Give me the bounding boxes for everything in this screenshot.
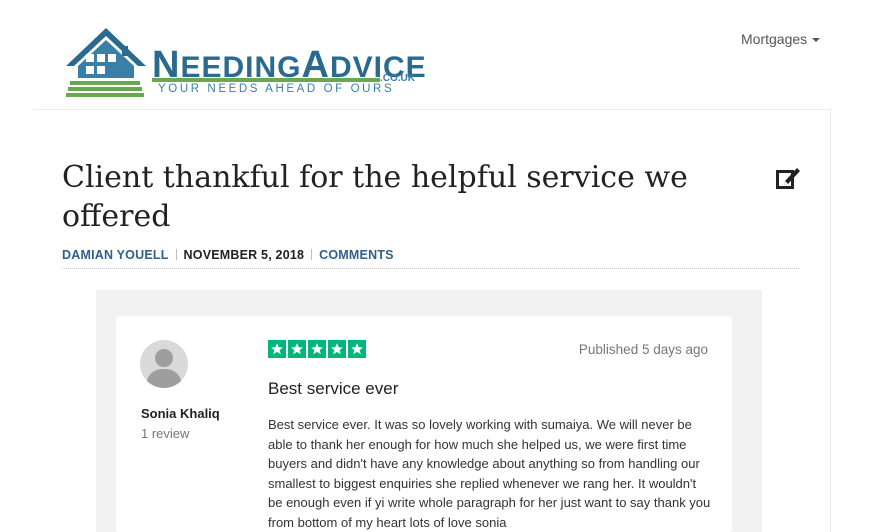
star-icon xyxy=(308,340,326,358)
edit-icon[interactable] xyxy=(775,165,801,191)
author-link[interactable]: DAMIAN YOUELL xyxy=(62,248,169,262)
meta-separator xyxy=(175,249,177,260)
star-icon xyxy=(268,340,286,358)
header-divider xyxy=(33,109,831,110)
caret-down-icon xyxy=(812,38,821,43)
star-icon xyxy=(348,340,366,358)
page-title: Client thankful for the helpful service … xyxy=(62,160,688,234)
site-logo[interactable]: NEEDINGADVICE .CO.UK YOUR NEEDS AHEAD OF… xyxy=(62,26,432,98)
star-icon xyxy=(288,340,306,358)
meta-separator xyxy=(311,249,313,260)
nav-mortgages-label: Mortgages xyxy=(741,31,808,47)
star-rating xyxy=(268,340,366,358)
review-body: Best service ever. It was so lovely work… xyxy=(268,417,711,530)
content-right-border xyxy=(830,110,831,532)
house-logo-icon xyxy=(66,28,146,97)
published-time: Published 5 days ago xyxy=(578,342,708,357)
star-icon xyxy=(328,340,346,358)
meta-divider xyxy=(62,268,799,269)
article-meta: DAMIAN YOUELL NOVEMBER 5, 2018 COMMENTS xyxy=(62,248,394,262)
avatar xyxy=(140,340,188,388)
nav-mortgages-dropdown[interactable]: Mortgages xyxy=(741,31,821,47)
reviewer-name: Sonia Khaliq xyxy=(141,406,220,421)
user-silhouette-icon xyxy=(146,349,182,388)
site-header: NEEDINGADVICE .CO.UK YOUR NEEDS AHEAD OF… xyxy=(0,0,873,110)
review-title: Best service ever xyxy=(268,379,399,398)
logo-tagline: YOUR NEEDS AHEAD OF OURS xyxy=(158,83,395,95)
comments-link[interactable]: COMMENTS xyxy=(319,248,394,262)
publish-date: NOVEMBER 5, 2018 xyxy=(183,248,305,262)
reviewer-review-count: 1 review xyxy=(141,426,190,441)
logo-underline xyxy=(152,78,380,82)
